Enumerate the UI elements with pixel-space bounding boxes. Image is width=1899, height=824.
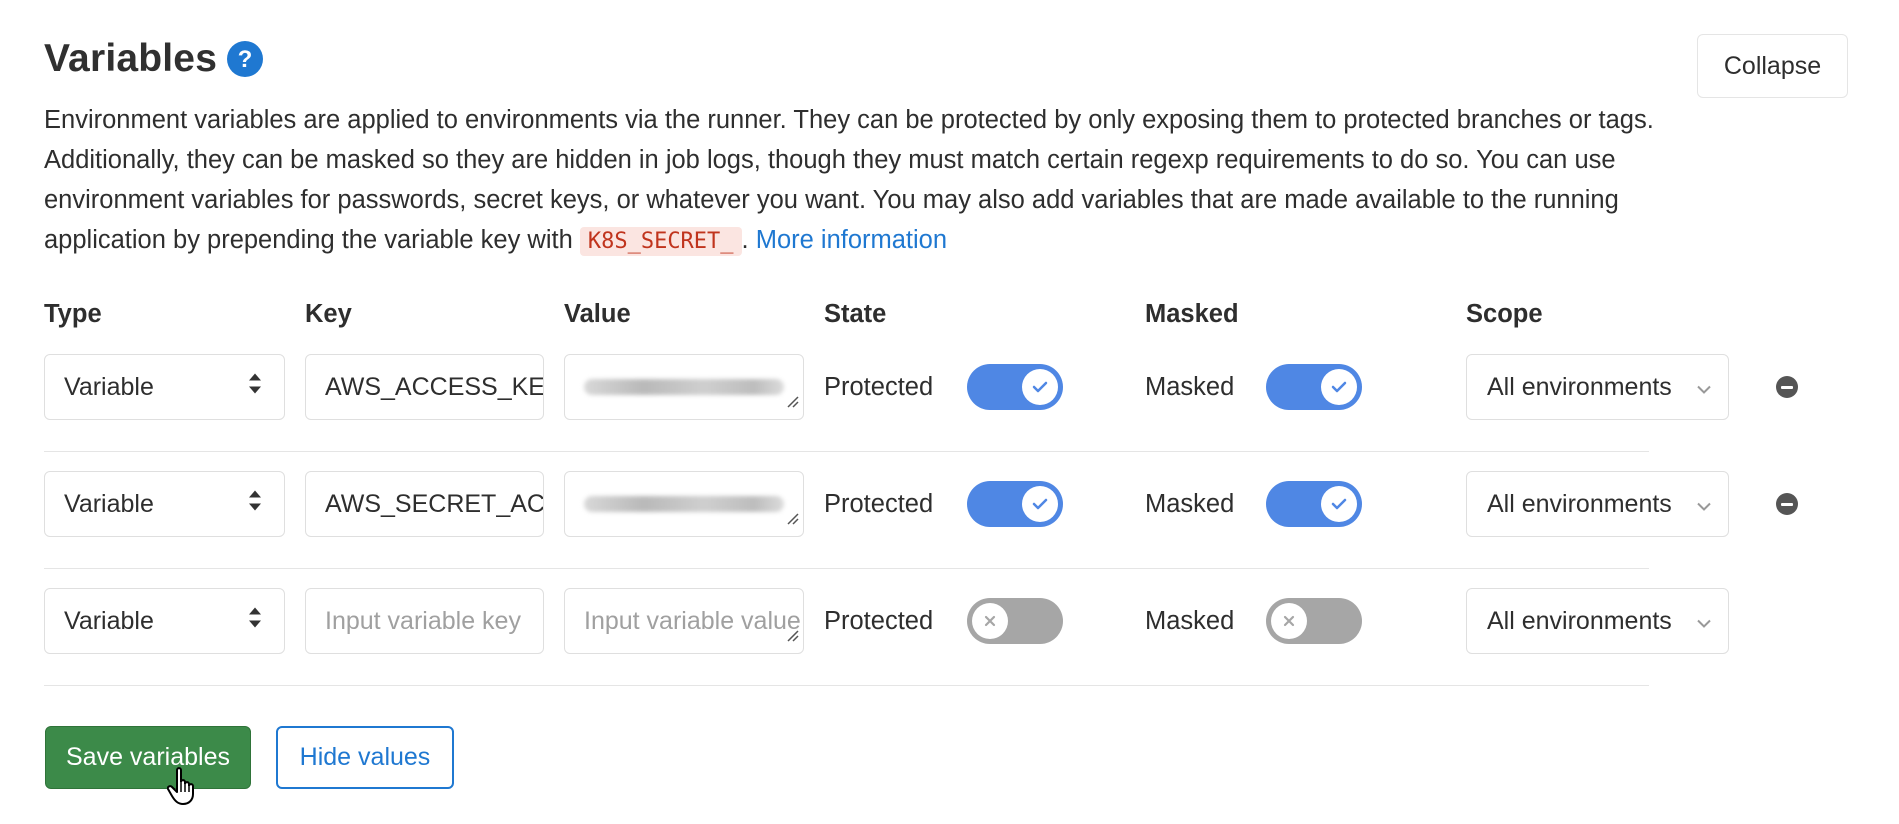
protected-toggle[interactable] (967, 481, 1063, 527)
protected-toggle[interactable] (967, 598, 1063, 644)
hide-values-button[interactable]: Hide values (276, 726, 454, 789)
environment-scope-value: All environments (1487, 606, 1672, 635)
check-icon (1321, 486, 1357, 522)
protected-label: Protected (824, 372, 934, 401)
section-title: Variables (44, 37, 218, 80)
column-header-type: Type (44, 300, 102, 328)
variable-type-select[interactable]: Variable (44, 588, 285, 654)
save-variables-button[interactable]: Save variables (45, 726, 251, 789)
collapse-button[interactable]: Collapse (1697, 34, 1848, 98)
check-icon (1321, 369, 1357, 405)
environment-scope-value: All environments (1487, 372, 1672, 401)
resize-grip-icon[interactable] (785, 503, 799, 532)
svg-text:?: ? (238, 46, 253, 72)
variable-type-value: Variable (64, 606, 154, 635)
column-header-masked: Masked (1145, 300, 1239, 328)
row-divider (44, 685, 1649, 686)
masked-toggle[interactable] (1266, 481, 1362, 527)
column-header-state: State (824, 300, 887, 328)
sort-arrows-icon (248, 373, 262, 402)
masked-label: Masked (1145, 489, 1235, 518)
variable-type-value: Variable (64, 372, 154, 401)
masked-toggle[interactable] (1266, 598, 1362, 644)
variable-type-select[interactable]: Variable (44, 354, 285, 420)
protected-label: Protected (824, 606, 934, 635)
check-icon (1022, 369, 1058, 405)
k8s-secret-code: K8S_SECRET_ (579, 227, 742, 256)
row-divider (44, 568, 1649, 569)
sort-arrows-icon (248, 490, 262, 519)
more-information-link[interactable]: More information (756, 226, 947, 254)
variable-key-input[interactable]: AWS_SECRET_ACCESS_KEY (305, 471, 544, 537)
masked-label: Masked (1145, 606, 1235, 635)
variable-type-value: Variable (64, 489, 154, 518)
check-icon (1022, 486, 1058, 522)
resize-grip-icon[interactable] (785, 386, 799, 415)
environment-scope-value: All environments (1487, 489, 1672, 518)
variable-value-input[interactable]: Input variable value (564, 588, 804, 654)
variable-value-input[interactable] (564, 354, 804, 420)
chevron-down-icon (1696, 373, 1712, 402)
close-icon (972, 603, 1008, 639)
sort-arrows-icon (248, 607, 262, 636)
variable-key-input[interactable]: Input variable key (305, 588, 544, 654)
description-after-code: . (741, 226, 756, 254)
minus-circle-icon[interactable] (1776, 376, 1798, 398)
protected-toggle[interactable] (967, 364, 1063, 410)
hand-pointer-icon (166, 766, 201, 811)
variable-key-input[interactable]: AWS_ACCESS_KEY_ID (305, 354, 544, 420)
row-divider (44, 451, 1649, 452)
column-header-key: Key (305, 300, 352, 328)
protected-label: Protected (824, 489, 934, 518)
environment-scope-dropdown[interactable]: All environments (1466, 354, 1729, 420)
variable-type-select[interactable]: Variable (44, 471, 285, 537)
masked-label: Masked (1145, 372, 1235, 401)
chevron-down-icon (1696, 490, 1712, 519)
variables-settings: Variables ? Collapse Environment variabl… (44, 0, 1864, 824)
section-header: Variables ? (44, 34, 264, 84)
variable-row: Variable AWS_SECRET_ACCESS_KEY Protected… (44, 471, 1864, 537)
variable-value-input[interactable] (564, 471, 804, 537)
masked-toggle[interactable] (1266, 364, 1362, 410)
environment-scope-dropdown[interactable]: All environments (1466, 471, 1729, 537)
minus-circle-icon[interactable] (1776, 493, 1798, 515)
variable-value-placeholder: Input variable value (584, 606, 801, 635)
column-header-value: Value (564, 300, 631, 328)
variable-row: Variable AWS_ACCESS_KEY_ID Protected Mas… (44, 354, 1864, 420)
masked-value (584, 379, 784, 395)
question-circle-icon[interactable]: ? (227, 41, 264, 77)
column-header-scope: Scope (1466, 300, 1543, 328)
section-description: Environment variables are applied to env… (44, 100, 1684, 262)
environment-scope-dropdown[interactable]: All environments (1466, 588, 1729, 654)
variable-row-new: Variable Input variable key Input variab… (44, 588, 1864, 654)
masked-value (584, 496, 784, 512)
resize-grip-icon[interactable] (785, 620, 799, 649)
close-icon (1271, 603, 1307, 639)
chevron-down-icon (1696, 607, 1712, 636)
